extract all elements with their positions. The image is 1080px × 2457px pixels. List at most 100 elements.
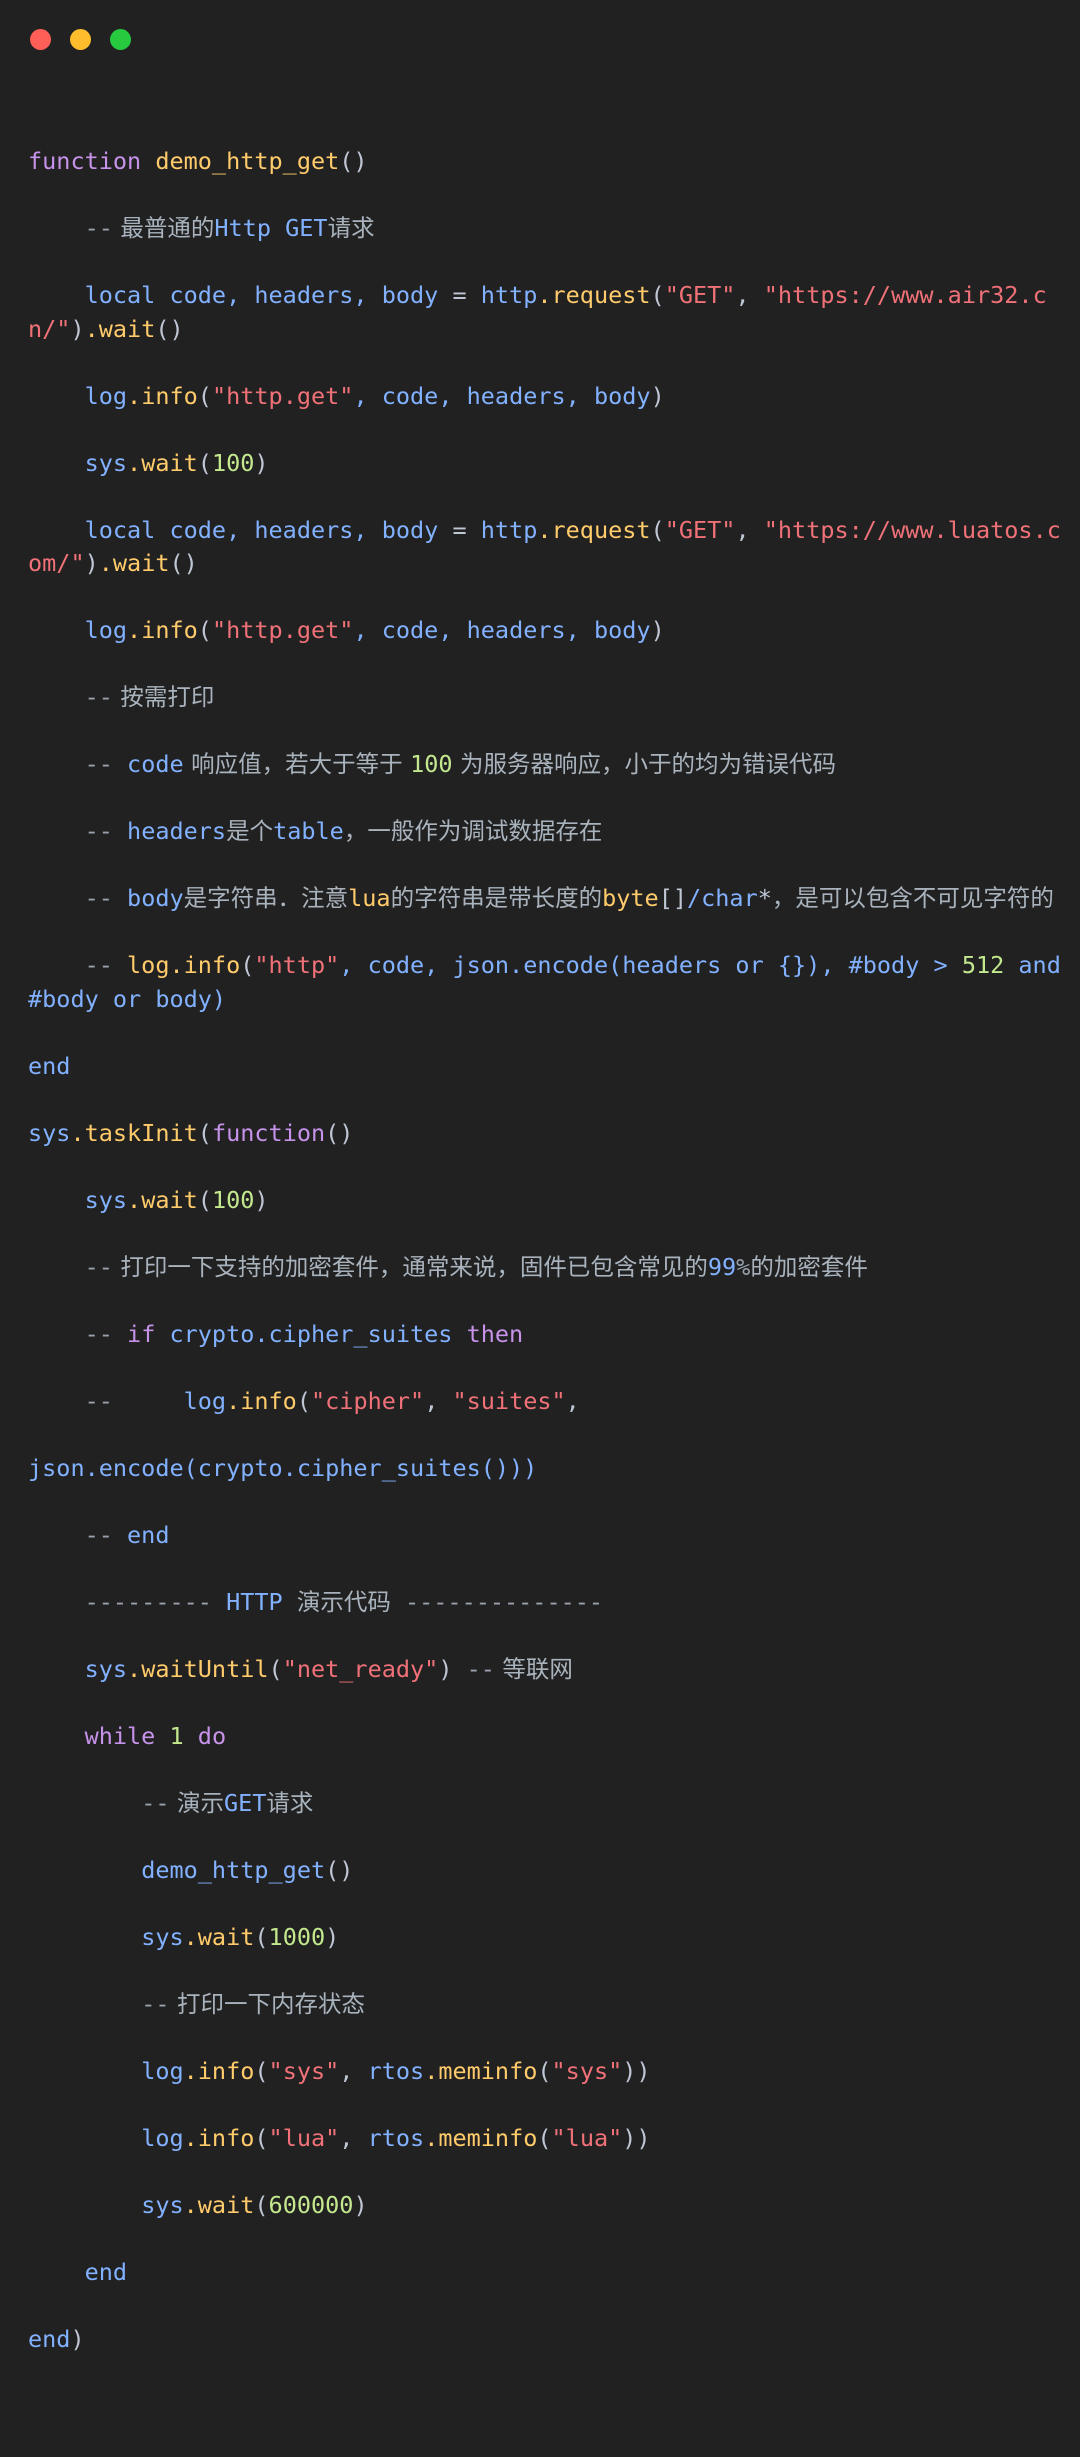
token-method: .info: [127, 616, 198, 644]
token-module: log: [84, 616, 128, 644]
code-line: end: [28, 2256, 1070, 2290]
token-comment-text: 打印一下内存状态: [169, 1989, 365, 2018]
token-operator: =: [452, 515, 481, 544]
token-separator-right: --------------: [390, 1587, 604, 1616]
maximize-window-button[interactable]: [110, 28, 131, 50]
token-punctuation: (): [169, 549, 198, 577]
token-method: .meminfo: [424, 2056, 538, 2085]
token-comment-text: 请求: [266, 1788, 314, 1817]
token-module: http: [480, 281, 538, 309]
token-string: "http.get": [211, 381, 354, 410]
token-number: 100: [211, 1185, 255, 1214]
token-comment-dashes: --: [84, 1520, 113, 1549]
code-line: log.info("sys", rtos.meminfo("sys")): [28, 2055, 1070, 2089]
token-string: "http.get": [211, 616, 354, 644]
token-method: .meminfo: [424, 2123, 538, 2152]
token-punctuation: (: [197, 1118, 212, 1147]
token-comment-dashes: --: [84, 951, 113, 979]
token-method: .wait: [183, 1922, 255, 1951]
token-identifier: GET: [285, 214, 328, 242]
token-number: 1000: [268, 1922, 326, 1951]
token-keyword-local: local: [84, 515, 156, 544]
token-type-char: /char: [686, 884, 758, 912]
token-method: .info: [183, 2056, 255, 2085]
token-keyword-if: if: [127, 1319, 156, 1348]
token-comment-text: 最普通的: [112, 214, 215, 242]
token-punctuation: ,: [339, 2056, 368, 2085]
token-punctuation: ): [254, 448, 269, 477]
code-line: sys.wait(1000): [28, 1921, 1070, 1955]
code-line: log.info("http.get", code, headers, body…: [28, 614, 1070, 648]
token-number: 100: [410, 750, 453, 778]
token-keyword-end: end: [84, 2257, 128, 2286]
code-line: local code, headers, body = http.request…: [28, 514, 1070, 581]
token-keyword-local: local: [84, 281, 156, 309]
token-keyword-while: while: [84, 1721, 156, 1750]
token-punctuation: (: [254, 2190, 269, 2219]
token-brackets: []: [658, 884, 687, 912]
code-line: function demo_http_get(): [28, 145, 1070, 179]
token-punctuation: ): [650, 381, 665, 410]
token-comment-text: 请求: [327, 214, 375, 242]
token-method: .info: [183, 2123, 255, 2152]
token-punctuation: ,: [735, 515, 764, 544]
token-method: .info: [226, 1386, 297, 1415]
token-punctuation: )): [622, 2056, 651, 2085]
token-comment-dashes: --: [84, 750, 113, 778]
token-identifier: body: [127, 884, 184, 912]
token-number: 1: [155, 1721, 198, 1750]
token-punctuation: (: [254, 2056, 269, 2085]
token-punctuation: (: [197, 616, 212, 644]
token-comment-dashes: --: [141, 1989, 170, 2018]
minimize-window-button[interactable]: [70, 28, 91, 50]
token-punctuation: (: [296, 1386, 311, 1415]
code-line: end: [28, 1050, 1070, 1084]
code-line: -- 打印一下支持的加密套件，通常来说，固件已包含常见的99%的加密套件: [28, 1251, 1070, 1285]
token-number-inline: 99: [707, 1252, 737, 1281]
token-number: 100: [211, 448, 255, 477]
token-comment-text: 等联网: [494, 1654, 573, 1683]
code-line: -- 演示GET请求: [28, 1787, 1070, 1821]
token-identifier: GET: [223, 1788, 267, 1817]
token-module: rtos: [367, 2056, 425, 2085]
close-window-button[interactable]: [30, 28, 51, 50]
token-function-name: demo_http_get: [155, 147, 340, 175]
code-line: sys.wait(100): [28, 1184, 1070, 1218]
code-line: demo_http_get(): [28, 1854, 1070, 1888]
token-punctuation: ): [84, 549, 99, 577]
token-comment-text: 演示代码: [296, 1587, 391, 1616]
token-comment-dashes: --: [452, 1654, 495, 1683]
token-comment-dashes: --: [84, 817, 113, 845]
token-method: .taskInit: [70, 1118, 198, 1147]
token-punctuation: (: [197, 381, 212, 410]
token-string: "GET": [664, 281, 736, 309]
token-punctuation: ,: [565, 1386, 580, 1415]
code-line: -- headers是个table，一般作为调试数据存在: [28, 815, 1070, 849]
token-identifier: code: [127, 750, 184, 778]
token-identifier: headers: [127, 817, 227, 845]
code-line: -- 打印一下内存状态: [28, 1988, 1070, 2022]
token-string: "suites": [452, 1386, 566, 1415]
code-line: sys.waitUntil("net_ready") -- 等联网: [28, 1653, 1070, 1687]
token-punctuation: (): [325, 1118, 354, 1147]
token-comment-dashes: --: [84, 683, 113, 711]
token-punctuation: ): [325, 1922, 340, 1951]
token-keyword-end: end: [28, 1051, 71, 1080]
token-method: .wait: [127, 1185, 198, 1214]
token-keyword: function: [211, 1118, 326, 1147]
code-line: --------- HTTP 演示代码 --------------: [28, 1586, 1070, 1620]
token-punctuation: (: [650, 281, 665, 309]
code-editor[interactable]: function demo_http_get() -- 最普通的Http GET…: [0, 78, 1080, 2457]
token-comment-text: 的字符串是带长度的: [390, 884, 603, 912]
token-comment-text: ，是可以包含不可见字符的: [771, 884, 1054, 912]
code-line: end): [28, 2323, 1070, 2357]
code-line: -- body是字符串．注意lua的字符串是带长度的byte[]/char*，是…: [28, 882, 1070, 916]
token-comment-dashes: --: [84, 884, 113, 912]
token-label-http: HTTP: [211, 1587, 297, 1616]
code-line: -- 按需打印: [28, 681, 1070, 715]
token-punctuation: ): [70, 2324, 85, 2353]
token-punctuation: (: [254, 1922, 269, 1951]
token-punctuation: ,: [339, 2123, 368, 2152]
token-punctuation: (: [197, 1185, 212, 1214]
token-keyword: function: [28, 147, 142, 175]
